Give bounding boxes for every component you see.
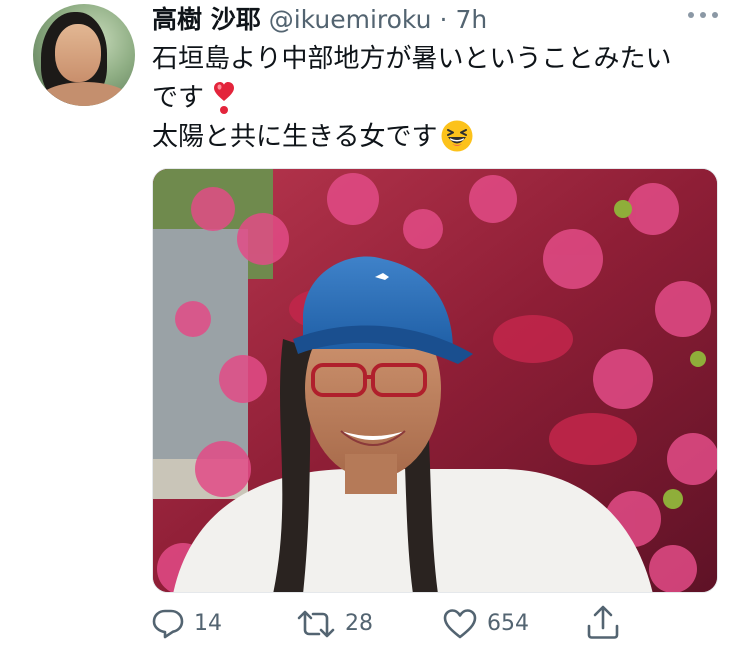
reply-count: 14: [194, 611, 222, 636]
photo-image: [153, 169, 717, 592]
retweet-button[interactable]: 28: [297, 608, 373, 640]
tweet-text-line-3: 太陽と共に生きる女です: [152, 118, 722, 157]
tweet-text-line-1: 石垣島より中部地方が暑いということみたい: [152, 44, 672, 74]
more-dot: [688, 12, 694, 18]
tweet-text-line-2-text: です: [152, 83, 205, 113]
more-icon[interactable]: [688, 12, 718, 18]
tweet-text-line-2: です: [152, 79, 722, 118]
tweet-photo[interactable]: [152, 168, 718, 593]
share-icon: [587, 605, 619, 639]
reply-button[interactable]: 14: [152, 608, 222, 640]
like-button[interactable]: 654: [443, 608, 529, 640]
more-dot: [700, 12, 706, 18]
heart-exclamation-icon: [214, 81, 235, 116]
like-count: 654: [487, 611, 529, 636]
tweet-timestamp[interactable]: 7h: [455, 4, 487, 36]
tweet-text: 石垣島より中部地方が暑いということみたい です 太陽と共に生きる女です: [152, 40, 722, 157]
retweet-count: 28: [345, 611, 373, 636]
tweet-text-line-3-text: 太陽と共に生きる女です: [152, 122, 438, 152]
author-avatar[interactable]: [33, 4, 135, 106]
more-dot: [712, 12, 718, 18]
tweet-header: 高樹 沙耶 @ikuemiroku · 7h: [152, 4, 487, 36]
author-handle[interactable]: @ikuemiroku: [269, 4, 432, 36]
reply-icon: [152, 609, 184, 639]
avatar-face: [55, 24, 101, 82]
share-button[interactable]: [586, 604, 620, 640]
retweet-icon: [297, 610, 335, 638]
author-name[interactable]: 高樹 沙耶: [152, 4, 261, 36]
grinning-squinting-face-icon: [441, 120, 473, 152]
like-icon: [443, 609, 477, 639]
header-separator: ·: [439, 5, 448, 34]
